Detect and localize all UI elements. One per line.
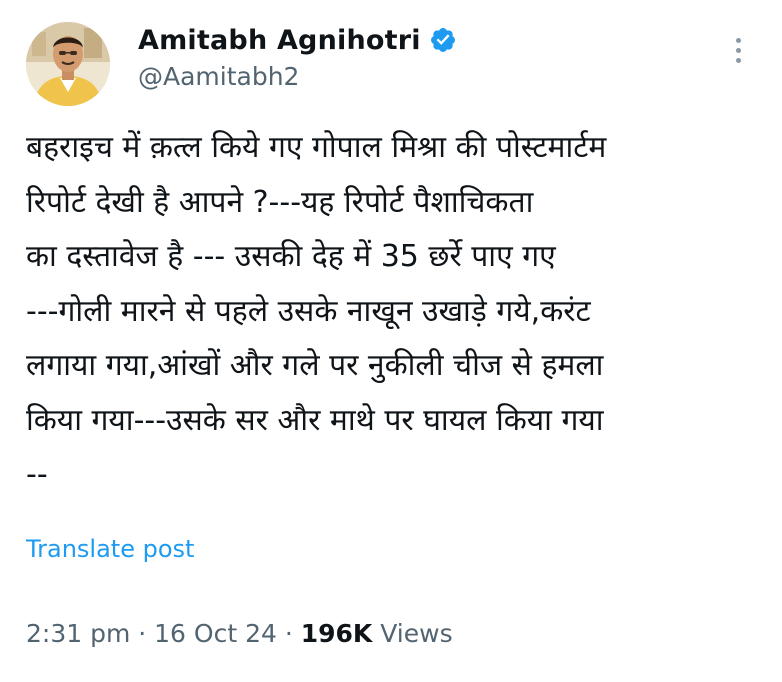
post-time[interactable]: 2:31 pm — [26, 619, 130, 648]
author-display-name[interactable]: Amitabh Agnihotri — [138, 25, 421, 56]
author-handle[interactable]: @Aamitabh2 — [138, 62, 457, 91]
author-block: Amitabh Agnihotri @Aamitabh2 — [138, 22, 457, 91]
meta-separator: · — [276, 619, 301, 648]
author-name-row: Amitabh Agnihotri — [138, 22, 457, 58]
post-meta: 2:31 pm · 16 Oct 24 · 196K Views — [26, 619, 453, 648]
meta-separator: · — [130, 619, 155, 648]
verified-badge-icon[interactable] — [429, 26, 457, 54]
translate-post-link[interactable]: Translate post — [26, 535, 194, 563]
post-text: बहराइच में क़त्ल किये गए गोपाल मिश्रा की… — [26, 130, 607, 492]
post-date[interactable]: 16 Oct 24 — [154, 619, 277, 648]
views-label: Views — [372, 619, 453, 648]
views-count[interactable]: 196K — [301, 619, 373, 648]
more-vertical-icon[interactable] — [732, 38, 744, 70]
tweet-header: Amitabh Agnihotri @Aamitabh2 — [24, 18, 758, 110]
avatar-image — [26, 22, 110, 106]
avatar[interactable] — [26, 22, 110, 106]
tweet-card: Amitabh Agnihotri @Aamitabh2 बहराइच में … — [0, 0, 782, 682]
